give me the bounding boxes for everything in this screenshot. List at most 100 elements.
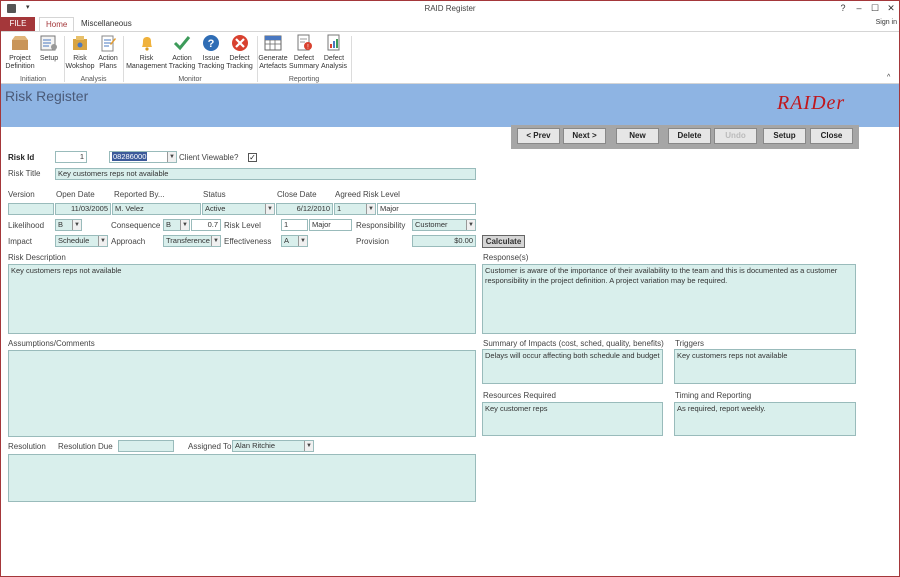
bell-icon [141,37,152,51]
risk-level-label: Risk Level [224,221,261,230]
summary-of-impacts-area[interactable]: Delays will occur affecting both schedul… [482,349,663,384]
assigned-to-select[interactable]: Alan Ritchie ▼ [232,440,314,452]
maximize-button[interactable]: ☐ [868,3,882,14]
setup-ribbon-button[interactable]: Setup [37,34,61,63]
risk-description-area[interactable]: Key customers reps not available [8,264,476,334]
chart-doc-icon [327,34,340,51]
consequence-select[interactable]: B ▼ [163,219,190,231]
risk-management-button[interactable]: Risk Management [125,34,168,71]
resolution-due-label: Resolution Due [58,442,113,451]
responses-area[interactable]: Customer is aware of the importance of t… [482,264,856,334]
risk-description-label: Risk Description [8,253,66,262]
chevron-down-icon[interactable]: ▼ [167,152,176,162]
risk-title-label: Risk Title [8,169,41,178]
warning-doc-icon: ! [297,34,312,51]
approach-value: Transference [166,236,210,245]
likelihood-select[interactable]: B ▼ [55,219,82,231]
window-title: RAID Register [424,4,476,13]
open-date-label: Open Date [56,190,95,199]
minimize-button[interactable]: – [852,3,866,13]
consequence-score-field: 0.7 [191,219,221,231]
generate-artefacts-button[interactable]: Generate Artefacts [258,34,288,71]
defect-analysis-button[interactable]: Defect Analysis [319,34,349,71]
next-button[interactable]: Next > [563,128,606,144]
close-date-field[interactable]: 6/12/2010 [276,203,333,215]
risk-title-field[interactable]: Key customers reps not available [55,168,476,180]
action-tracking-button[interactable]: Action Tracking [168,34,196,71]
defect-summary-button[interactable]: ! Defect Summary [289,34,319,71]
ribbon: Project Definition Setup Risk Wokshop Acti… [1,31,899,84]
client-code-value: 08286000 [112,152,148,161]
record-navigation-bar: < Prev Next > New Delete Undo Setup Clos… [511,125,859,149]
close-window-button[interactable]: ✕ [884,3,898,14]
summary-of-impacts-label: Summary of Impacts (cost, sched, quality… [483,339,664,348]
sign-in-link[interactable]: Sign in [876,19,897,26]
assigned-to-label: Assigned To [188,442,232,451]
impact-select[interactable]: Schedule ▼ [55,235,108,247]
resolution-due-field[interactable] [118,440,174,452]
chevron-down-icon[interactable]: ▼ [98,236,107,246]
form-header: Risk Register RAIDer [1,84,899,127]
setup-button[interactable]: Setup [763,128,806,144]
prev-button[interactable]: < Prev [517,128,560,144]
timing-reporting-label: Timing and Reporting [675,391,752,400]
responsibility-value: Customer [415,220,448,229]
status-select[interactable]: Active ▼ [202,203,275,215]
agreed-risk-level-select[interactable]: 1 ▼ [334,203,376,215]
effectiveness-select[interactable]: A ▼ [281,235,308,247]
version-field[interactable] [8,203,54,215]
chevron-down-icon[interactable]: ▼ [466,220,475,230]
assumptions-area[interactable] [8,350,476,437]
resources-required-area[interactable]: Key customer reps [482,402,663,436]
tab-miscellaneous[interactable]: Miscellaneous [75,17,138,31]
chevron-down-icon[interactable]: ▼ [72,220,81,230]
issue-tracking-button[interactable]: ? Issue Tracking [197,34,225,71]
open-date-field[interactable]: 11/03/2005 [55,203,111,215]
triggers-label: Triggers [675,339,705,348]
new-button[interactable]: New [616,128,659,144]
approach-select[interactable]: Transference ▼ [163,235,221,247]
assumptions-label: Assumptions/Comments [8,339,95,348]
risk-workshop-button[interactable]: Risk Wokshop [65,34,95,71]
chevron-down-icon[interactable]: ▼ [304,441,313,451]
setup-icon [40,35,57,51]
group-reporting-label: Reporting [288,76,320,83]
project-definition-button[interactable]: Project Definition [4,34,36,71]
undo-button[interactable]: Undo [714,128,757,144]
provision-field[interactable]: $0.00 [412,235,476,247]
collapse-ribbon-icon[interactable]: ^ [887,74,890,81]
resolution-label: Resolution [8,442,46,451]
risk-level-field: 1 [281,219,308,231]
reported-by-field[interactable]: M. Velez [112,203,201,215]
timing-reporting-area[interactable]: As required, report weekly. [674,402,856,436]
chevron-down-icon[interactable]: ▼ [180,220,189,230]
risk-id-field[interactable]: 1 [55,151,87,163]
title-bar: ▾ RAID Register ? – ☐ ✕ [1,1,899,17]
question-icon: ? [203,35,219,51]
delete-button[interactable]: Delete [668,128,711,144]
help-button[interactable]: ? [836,3,850,13]
check-icon [173,36,191,51]
client-viewable-checkbox[interactable]: ✓ [248,153,257,162]
chevron-down-icon[interactable]: ▼ [211,236,220,246]
resolution-area[interactable] [8,454,476,502]
svg-text:?: ? [208,38,215,50]
action-plans-button[interactable]: Action Plans [96,34,120,71]
chevron-down-icon[interactable]: ▼ [265,204,274,214]
reported-by-label: Reported By... [114,190,165,199]
chevron-down-icon[interactable]: ▼ [366,204,375,214]
defect-tracking-button[interactable]: Defect Tracking [225,34,254,71]
responsibility-select[interactable]: Customer ▼ [412,219,476,231]
risk-id-label: Risk Id [8,153,35,162]
close-button[interactable]: Close [810,128,853,144]
tab-home[interactable]: Home [39,17,75,31]
client-code-combo[interactable]: 08286000 ▼ [109,151,177,163]
tab-file[interactable]: FILE [1,17,35,31]
responses-label: Response(s) [483,253,529,262]
clipboard-icon [101,35,116,52]
triggers-area[interactable]: Key customers reps not available [674,349,856,384]
agreed-risk-level-text: Major [377,203,476,215]
calculate-button[interactable]: Calculate [482,235,525,248]
consequence-label: Consequence [111,221,161,230]
chevron-down-icon[interactable]: ▼ [298,236,307,246]
